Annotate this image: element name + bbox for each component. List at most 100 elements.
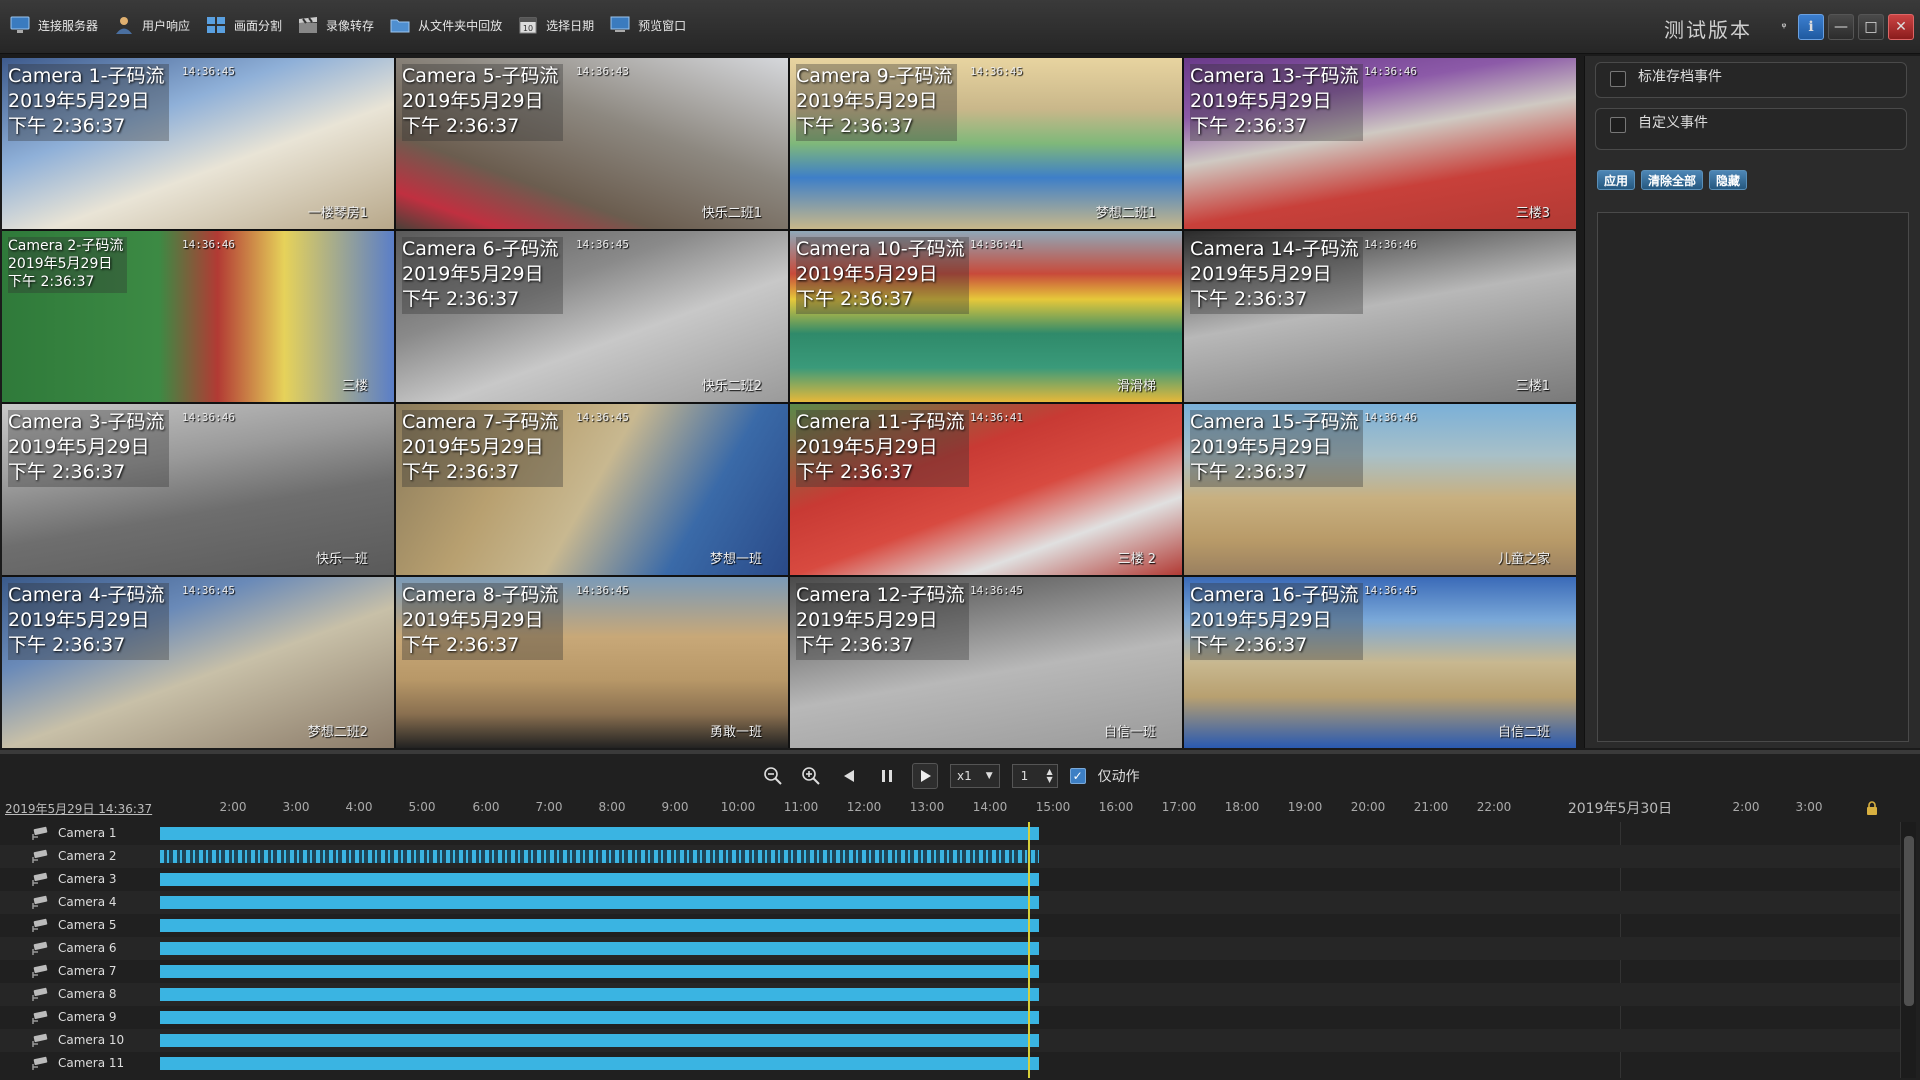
track-name: Camera 5 [58,918,117,932]
camera-tile-2[interactable]: Camera 2-子码流 2019年5月29日 下午 2:36:37 14:36:4… [2,231,394,402]
recording-bar[interactable] [160,988,1039,1001]
track-row[interactable]: Camera 1 [0,822,1900,845]
camera-tile-15[interactable]: Camera 15-子码流 2019年5月29日 下午 2:36:37 14:36:… [1184,404,1576,575]
timeline-tracks[interactable]: Camera 1 Camera 2 Camera 3 Camera 4 Came… [0,822,1900,1078]
camera-tile-11[interactable]: Camera 11-子码流 2019年5月29日 下午 2:36:37 14:36:… [790,404,1182,575]
folder-playback-label: 从文件夹中回放 [418,18,503,33]
track-row[interactable]: Camera 9 [0,1006,1900,1029]
hour-tick: 21:00 [1413,800,1449,814]
speed-select[interactable]: x1 ▼ [950,764,1000,788]
track-row[interactable]: Camera 6 [0,937,1900,960]
brand-label: 测试版本 [1664,18,1752,42]
track-row[interactable]: Camera 11 [0,1052,1900,1075]
recording-bar[interactable] [160,919,1039,932]
camera-tile-10[interactable]: Camera 10-子码流 2019年5月29日 下午 2:36:37 14:36:… [790,231,1182,402]
zoom-out-button[interactable] [760,763,786,789]
recording-bar[interactable] [160,1011,1039,1024]
camera-overlay: Camera 4-子码流 2019年5月29日 下午 2:36:37 [8,583,169,660]
camera-tile-7[interactable]: Camera 7-子码流 2019年5月29日 下午 2:36:37 14:36:4… [396,404,788,575]
camera-date: 2019年5月29日 [1190,436,1332,458]
user-icon [112,14,136,36]
camera-time: 下午 2:36:37 [796,634,914,656]
camera-tile-1[interactable]: Camera 1-子码流 2019年5月29日 下午 2:36:37 14:36:4… [2,58,394,229]
camera-tile-8[interactable]: Camera 8-子码流 2019年5月29日 下午 2:36:37 14:36:4… [396,577,788,748]
spinner-arrows-icon: ▲ ▼ [1046,767,1053,784]
track-row[interactable]: Camera 3 [0,868,1900,891]
hide-button[interactable]: 隐藏 [1709,170,1748,190]
speed-value: x1 [957,769,972,783]
recording-bar[interactable] [160,1057,1039,1070]
apply-button[interactable]: 应用 [1597,170,1636,190]
preview-window-button[interactable]: 预览窗口 [608,14,686,36]
camera-tile-14[interactable]: Camera 14-子码流 2019年5月29日 下午 2:36:37 14:36:… [1184,231,1576,402]
calendar-icon: 10 [516,14,540,36]
hour-tick: 17:00 [1161,800,1197,814]
recording-bar[interactable] [160,896,1039,909]
info-button[interactable]: i [1798,14,1824,40]
track-row[interactable]: Camera 7 [0,960,1900,983]
camera-time: 下午 2:36:37 [796,288,914,310]
camera-tile-16[interactable]: Camera 16-子码流 2019年5月29日 下午 2:36:37 14:36:… [1184,577,1576,748]
split-screen-button[interactable]: 画面分割 [204,14,282,36]
custom-event-filter[interactable]: 自定义事件 [1595,108,1907,150]
hour-tick: 11:00 [783,800,819,814]
camera-tile-9[interactable]: Camera 9-子码流 2019年5月29日 下午 2:36:37 14:36:4… [790,58,1182,229]
camera-title: Camera 13-子码流 [1190,65,1359,87]
scrollbar-thumb[interactable] [1904,836,1914,1006]
svg-text:10: 10 [523,24,533,33]
zoom-in-button[interactable] [798,763,824,789]
camera-tile-3[interactable]: Camera 3-子码流 2019年5月29日 下午 2:36:37 14:36:4… [2,404,394,575]
minimize-button[interactable]: — [1828,14,1854,40]
play-button[interactable] [912,763,938,789]
room-label: 梦想二班2 [307,725,368,740]
hour-tick: 20:00 [1350,800,1386,814]
custom-event-checkbox[interactable] [1610,117,1626,133]
motion-only-checkbox[interactable]: ✓ [1069,768,1086,784]
reverse-play-button[interactable] [836,763,862,789]
track-row[interactable]: Camera 4 [0,891,1900,914]
connect-server-button[interactable]: 连接服务器 [8,14,98,36]
lock-icon[interactable] [1864,800,1880,816]
pause-button[interactable] [874,763,900,789]
camera-tile-6[interactable]: Camera 6-子码流 2019年5月29日 下午 2:36:37 14:36:4… [396,231,788,402]
hour-tick: 19:00 [1287,800,1323,814]
camera-tile-13[interactable]: Camera 13-子码流 2019年5月29日 下午 2:36:37 14:36:… [1184,58,1576,229]
track-row[interactable]: Camera 10 [0,1029,1900,1052]
timeline-scrollbar[interactable] [1900,822,1916,1078]
camera-time: 下午 2:36:37 [1190,288,1308,310]
playhead[interactable] [1028,822,1030,1078]
camera-tile-4[interactable]: Camera 4-子码流 2019年5月29日 下午 2:36:37 14:36:4… [2,577,394,748]
camera-tile-12[interactable]: Camera 12-子码流 2019年5月29日 下午 2:36:37 14:36:… [790,577,1182,748]
hour-tick: 2:00 [219,800,247,814]
camera-date: 2019年5月29日 [1190,90,1332,112]
recording-bar[interactable] [160,873,1039,886]
splitter[interactable] [0,750,1920,754]
event-list[interactable] [1597,212,1909,742]
pin-button[interactable]: ᵠ [1774,14,1794,40]
standard-event-filter[interactable]: 标准存档事件 [1595,62,1907,98]
osd-timestamp: 14:36:46 [1364,238,1417,251]
recording-bar[interactable] [160,850,1039,863]
step-spinner[interactable]: 1 ▲ ▼ [1011,764,1058,788]
close-button[interactable]: ✕ [1888,14,1914,40]
track-row[interactable]: Camera 2 [0,845,1900,868]
camera-tile-5[interactable]: Camera 5-子码流 2019年5月29日 下午 2:36:37 14:36:4… [396,58,788,229]
camera-date: 2019年5月29日 [1190,263,1332,285]
folder-playback-button[interactable]: 从文件夹中回放 [388,14,502,36]
recording-bar[interactable] [160,827,1039,840]
recording-bar[interactable] [160,942,1039,955]
select-date-button[interactable]: 10 选择日期 [516,14,594,36]
standard-event-checkbox[interactable] [1610,71,1626,87]
hour-tick: 15:00 [1035,800,1071,814]
track-row[interactable]: Camera 5 [0,914,1900,937]
user-response-button[interactable]: 用户响应 [112,14,190,36]
hour-tick: 2:00 [1732,800,1760,814]
recording-bar[interactable] [160,965,1039,978]
maximize-button[interactable]: □ [1858,14,1884,40]
zoom-in-icon [802,767,820,785]
split-screen-label: 画面分割 [234,18,283,33]
record-export-button[interactable]: 录像转存 [296,14,374,36]
recording-bar[interactable] [160,1034,1039,1047]
clear-all-button[interactable]: 清除全部 [1641,170,1704,190]
track-row[interactable]: Camera 8 [0,983,1900,1006]
